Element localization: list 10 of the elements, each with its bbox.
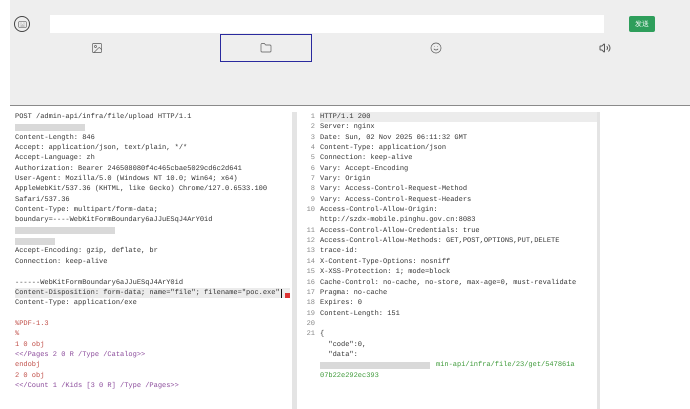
attachment-button[interactable]	[220, 34, 312, 62]
message-input[interactable]	[50, 15, 604, 33]
speaker-icon	[599, 42, 612, 54]
redacted-block	[15, 238, 55, 245]
image-icon	[90, 42, 103, 54]
folder-icon	[260, 42, 272, 54]
marker-icon	[285, 292, 290, 298]
smiley-icon	[430, 42, 442, 54]
redacted-block	[15, 124, 85, 132]
keyboard-icon[interactable]	[14, 16, 30, 32]
